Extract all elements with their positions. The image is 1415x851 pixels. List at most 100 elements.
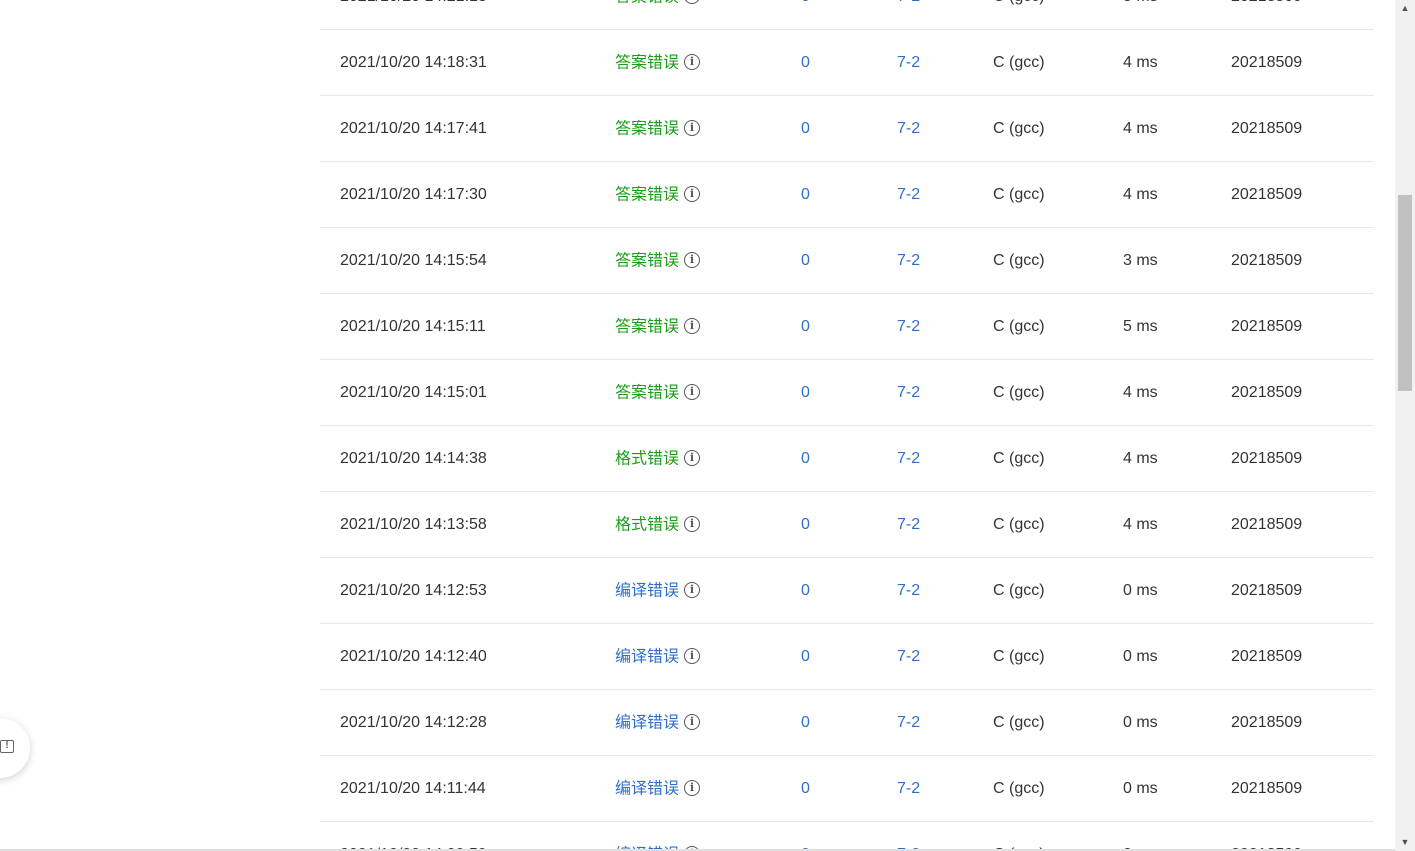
scroll-down-arrow-icon[interactable]: ▼ <box>1395 834 1415 851</box>
compiler: C (gcc) <box>993 54 1045 71</box>
info-circle-icon[interactable]: i <box>684 647 701 664</box>
problem-link[interactable]: 7-2 <box>897 96 920 161</box>
problem-link[interactable]: 7-2 <box>897 426 920 491</box>
vertical-scrollbar[interactable]: ▲ ▼ <box>1395 0 1415 851</box>
score-link[interactable]: 0 <box>801 294 810 359</box>
status-link[interactable]: 编译错误i <box>615 558 701 623</box>
score-link[interactable]: 0 <box>801 0 810 29</box>
compiler: C (gcc) <box>993 252 1045 269</box>
status-link[interactable]: 答案错误i <box>615 30 701 95</box>
info-circle-icon[interactable]: i <box>684 581 701 598</box>
submit-time: 2021/10/20 14:15:01 <box>340 384 487 401</box>
status-link[interactable]: 编译错误i <box>615 756 701 821</box>
submit-time: 2021/10/20 14:18:31 <box>340 54 487 71</box>
problem-link[interactable]: 7-2 <box>897 492 920 557</box>
status-label: 编译错误 <box>615 714 680 732</box>
submit-time: 2021/10/20 14:11:44 <box>340 780 486 797</box>
compiler: C (gcc) <box>993 714 1045 731</box>
status-link[interactable]: 编译错误i <box>615 822 701 851</box>
status-link[interactable]: 答案错误i <box>615 294 701 359</box>
problem-link[interactable]: 7-2 <box>897 162 920 227</box>
problem-link[interactable]: 7-2 <box>897 360 920 425</box>
status-link[interactable]: 编译错误i <box>615 690 701 755</box>
compiler: C (gcc) <box>993 120 1045 137</box>
problem-link[interactable]: 7-2 <box>897 30 920 95</box>
status-link[interactable]: 答案错误i <box>615 360 701 425</box>
info-circle-icon[interactable]: i <box>684 779 701 796</box>
time-used: 4 ms <box>1123 120 1158 137</box>
info-circle-icon[interactable]: i <box>684 713 701 730</box>
score-link[interactable]: 0 <box>801 96 810 161</box>
score-link[interactable]: 0 <box>801 624 810 689</box>
table-row: 2021/10/20 14:09:59 编译错误i 0 7-2 C (gcc) 0 ms 2… <box>320 822 1374 851</box>
score-link[interactable]: 0 <box>801 822 810 851</box>
score-link[interactable]: 0 <box>801 360 810 425</box>
time-used: 4 ms <box>1123 384 1158 401</box>
status-label: 编译错误 <box>615 648 680 666</box>
info-circle-icon[interactable]: i <box>684 185 701 202</box>
time-used: 3 ms <box>1123 252 1158 269</box>
time-used: 0 ms <box>1123 822 1158 851</box>
feedback-button[interactable]: ! <box>0 718 30 778</box>
status-link[interactable]: 格式错误 i <box>615 426 701 491</box>
user-id: 20218509 <box>1231 516 1303 533</box>
problem-link[interactable]: 7-2 <box>897 294 920 359</box>
problem-link[interactable]: 7-2 <box>897 228 920 293</box>
problem-link[interactable]: 7-2 <box>897 690 920 755</box>
status-label: 格式错误 <box>615 450 680 468</box>
submit-time: 2021/10/20 14:17:41 <box>340 120 487 137</box>
scroll-up-arrow-icon[interactable]: ▲ <box>1395 0 1415 17</box>
compiler: C (gcc) <box>993 318 1045 335</box>
info-circle-icon[interactable]: i <box>684 53 701 70</box>
table-row: 2021/10/20 14:12:53 编译错误 i 0 7-2 C (gcc) 0 ms 2… <box>320 558 1374 624</box>
submissions-table: 2021/10/20 14:21:13答案错误i07-2C (gcc)5 ms2… <box>320 0 1374 851</box>
submit-time: 2021/10/20 14:15:54 <box>340 252 487 269</box>
info-circle-icon[interactable]: i <box>684 449 701 466</box>
status-link[interactable]: 答案错误 i <box>615 0 701 29</box>
status-link[interactable]: 格式错误 i <box>615 492 701 557</box>
problem-link[interactable]: 7-2 <box>897 822 920 851</box>
status-link[interactable]: 答案错误i <box>615 162 701 227</box>
info-circle-icon[interactable]: i <box>684 251 701 268</box>
table-row: 2021/10/20 14:15:01 答案错误 i 0 7-2 C (gcc) 4 ms 2… <box>320 360 1374 426</box>
feedback-icon: ! <box>0 740 14 753</box>
time-used: 0 ms <box>1123 780 1158 797</box>
submit-time: 2021/10/20 14:09:59 <box>340 822 487 851</box>
info-circle-icon[interactable]: i <box>684 0 701 4</box>
table-row: 2021/10/20 14:21:13 答案错误 i 0 7-2 C (gcc) 5 ms 2… <box>320 0 1374 30</box>
problem-link[interactable]: 7-2 <box>897 624 920 689</box>
score-link[interactable]: 0 <box>801 690 810 755</box>
status-label: 答案错误 <box>615 252 680 270</box>
user-id: 20218509 <box>1231 252 1303 269</box>
score-link[interactable]: 0 <box>801 558 810 623</box>
problem-link[interactable]: 7-2 <box>897 756 920 821</box>
info-circle-icon[interactable]: i <box>684 383 701 400</box>
info-circle-icon[interactable]: i <box>684 317 701 334</box>
status-link[interactable]: 答案错误i <box>615 228 701 293</box>
time-used: 4 ms <box>1123 516 1158 533</box>
user-id: 20218509 <box>1231 384 1303 401</box>
table-row: 2021/10/20 14:12:28 编译错误 i 0 7-2 C (gcc) 0 ms 2… <box>320 690 1374 756</box>
score-link[interactable]: 0 <box>801 426 810 491</box>
problem-link[interactable]: 7-2 <box>897 558 920 623</box>
table-row: 2021/10/20 14:15:11 答案错误 i 0 7-2 C (gcc) 5 ms 2… <box>320 294 1374 360</box>
score-link[interactable]: 0 <box>801 162 810 227</box>
scrollbar-thumb[interactable] <box>1398 195 1412 391</box>
compiler: C (gcc) <box>993 582 1045 599</box>
table-row: 2021/10/20 14:11:44 编译错误 i 0 7-2 C (gcc) 0 ms 2… <box>320 756 1374 822</box>
status-label: 编译错误 <box>615 582 680 600</box>
submit-time: 2021/10/20 14:17:30 <box>340 186 487 203</box>
info-circle-icon[interactable]: i <box>684 515 701 532</box>
score-link[interactable]: 0 <box>801 756 810 821</box>
problem-link[interactable]: 7-2 <box>897 0 920 29</box>
status-link[interactable]: 答案错误i <box>615 96 701 161</box>
score-link[interactable]: 0 <box>801 492 810 557</box>
status-label: 答案错误 <box>615 0 679 5</box>
table-row: 2021/10/20 14:15:54 答案错误 i 0 7-2 C (gcc) 3 ms 2… <box>320 228 1374 294</box>
table-row: 2021/10/20 14:14:38 格式错误 i 0 7-2 C (gcc) 4 ms 2… <box>320 426 1374 492</box>
status-label: 答案错误 <box>615 384 680 402</box>
status-link[interactable]: 编译错误i <box>615 624 701 689</box>
score-link[interactable]: 0 <box>801 30 810 95</box>
score-link[interactable]: 0 <box>801 228 810 293</box>
info-circle-icon[interactable]: i <box>684 119 701 136</box>
